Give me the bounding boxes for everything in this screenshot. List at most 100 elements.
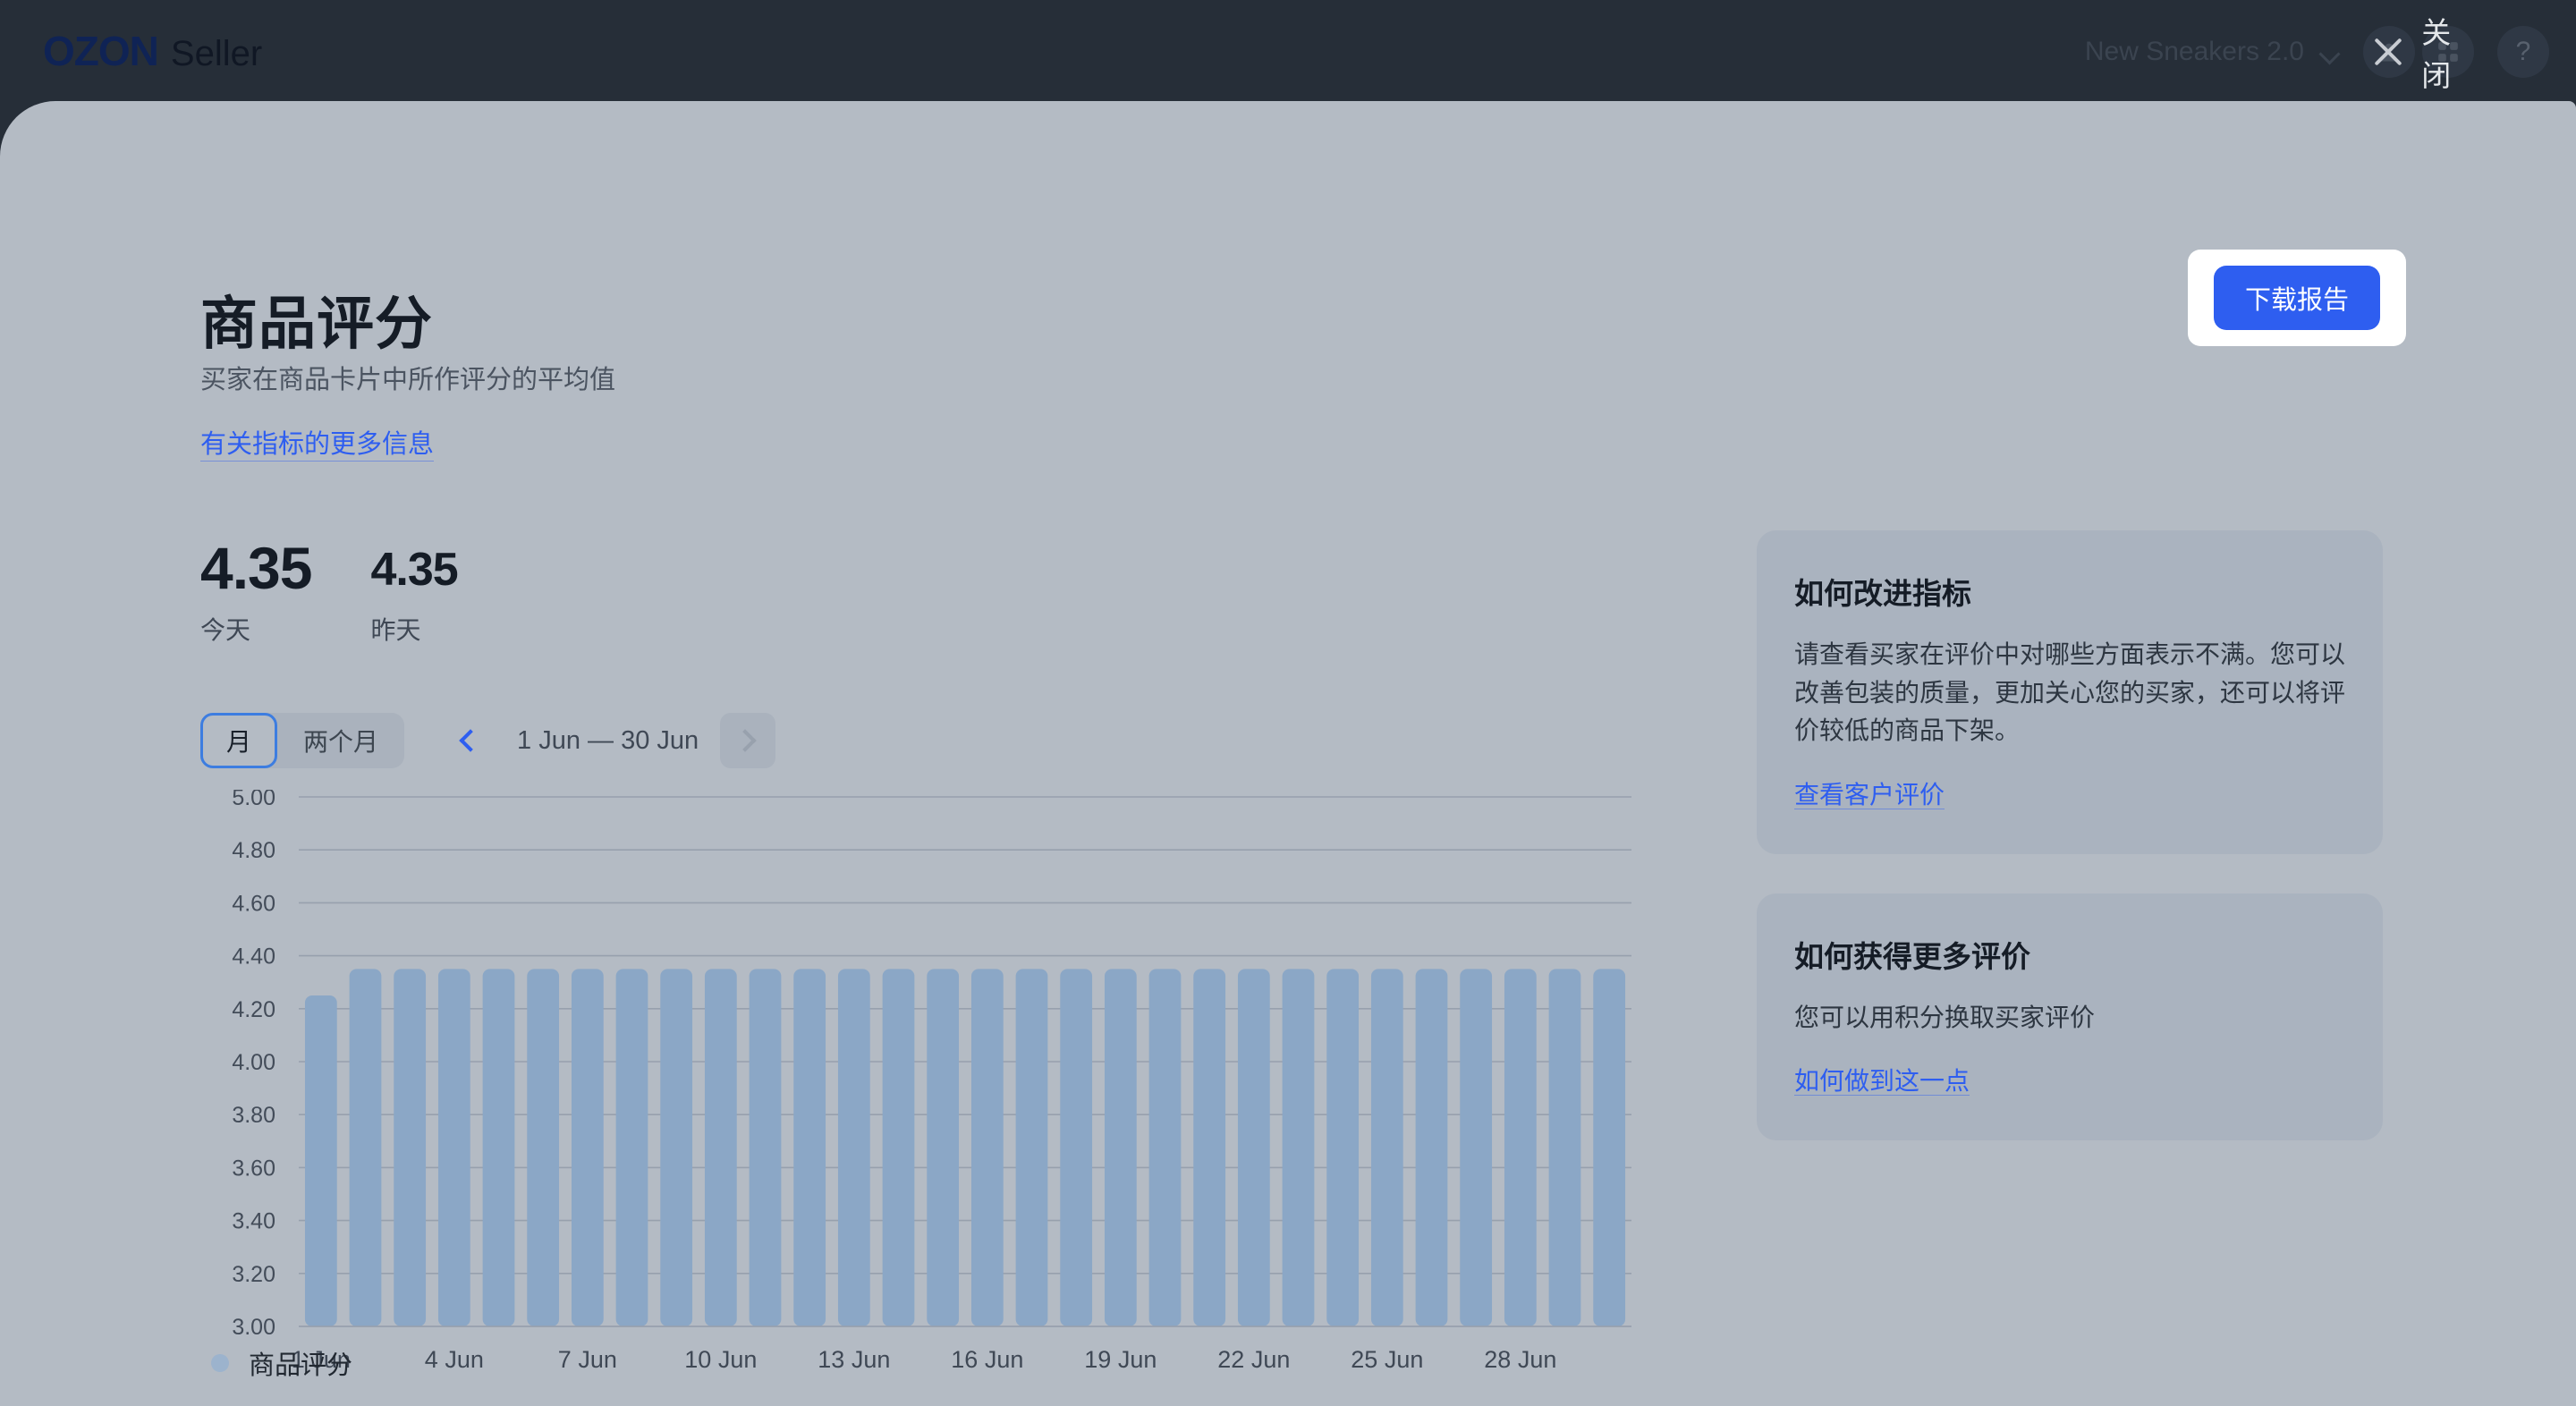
- info-card-more-reviews-body: 您可以用积分换取买家评价: [1794, 1003, 2096, 1031]
- how-to-do-this-link[interactable]: 如何做到这一点: [1794, 1067, 1970, 1097]
- page-title: 商品评分: [200, 292, 433, 356]
- chart-bar[interactable]: [793, 969, 826, 1326]
- metric-today-value: 4.35: [200, 535, 312, 601]
- legend-label: 商品评分: [249, 1351, 353, 1380]
- logo-ozon-text: OZON: [43, 28, 159, 74]
- info-card-improve-title: 如何改进指标: [1794, 577, 1971, 610]
- download-report-highlight: 下载报告: [2188, 250, 2406, 346]
- metric-yesterday-label: 昨天: [370, 616, 421, 644]
- chart-bar[interactable]: [1193, 969, 1226, 1326]
- y-axis-tick-label: 3.80: [232, 1103, 275, 1128]
- date-range-label: 1 Jun — 30 Jun: [517, 725, 699, 755]
- period-controls: 月 两个月 1 Jun — 30 Jun: [200, 713, 776, 768]
- chart-bar[interactable]: [1282, 969, 1315, 1326]
- chart-bar[interactable]: [749, 969, 782, 1326]
- y-axis-tick-label: 4.00: [232, 1050, 275, 1075]
- period-tab-month[interactable]: 月: [200, 713, 278, 768]
- chart-bar[interactable]: [660, 969, 693, 1326]
- chart-bar[interactable]: [1504, 969, 1537, 1326]
- x-axis-tick-label: 28 Jun: [1484, 1346, 1556, 1373]
- info-card-improve: 如何改进指标 请查看买家在评价中对哪些方面表示不满。您可以改善包装的质量，更加关…: [1757, 530, 2383, 854]
- chart-bar[interactable]: [482, 969, 515, 1326]
- x-axis-tick-label: 16 Jun: [951, 1346, 1023, 1373]
- x-axis-tick-label: 19 Jun: [1084, 1346, 1157, 1373]
- chevron-down-icon: [2320, 47, 2340, 57]
- chart-bar[interactable]: [1326, 969, 1360, 1326]
- info-cards: 如何改进指标 请查看买家在评价中对哪些方面表示不满。您可以改善包装的质量，更加关…: [1757, 530, 2383, 1180]
- metric-yesterday-value: 4.35: [370, 544, 458, 596]
- y-axis-tick-label: 4.80: [232, 838, 275, 863]
- top-header: OZON Seller New Sneakers 2.0 关闭 ?: [0, 0, 2576, 103]
- chart-legend: 商品评分: [211, 1344, 352, 1382]
- info-card-improve-body: 请查看买家在评价中对哪些方面表示不满。您可以改善包装的质量，更加关心您的买家，还…: [1794, 640, 2346, 745]
- x-axis-tick-label: 22 Jun: [1217, 1346, 1290, 1373]
- x-axis-tick-label: 7 Jun: [558, 1346, 617, 1373]
- chart-bar[interactable]: [1237, 969, 1270, 1326]
- chart-bar[interactable]: [1548, 969, 1581, 1326]
- chart-bar[interactable]: [1060, 969, 1093, 1326]
- ozon-seller-logo[interactable]: OZON Seller: [43, 27, 262, 75]
- close-label: 关闭: [2421, 15, 2452, 92]
- logo-seller-text: Seller: [170, 34, 263, 73]
- y-axis-tick-label: 3.20: [232, 1262, 275, 1287]
- y-axis-tick-label: 4.20: [232, 997, 275, 1022]
- chart-bar[interactable]: [970, 969, 1004, 1326]
- chevron-right-icon: [733, 729, 757, 752]
- y-axis-tick-label: 5.00: [232, 790, 275, 810]
- chart-bar[interactable]: [837, 969, 870, 1326]
- chart-bar[interactable]: [571, 969, 604, 1326]
- chart-bar[interactable]: [1104, 969, 1137, 1326]
- chart-bar[interactable]: [394, 969, 427, 1326]
- legend-color-swatch: [211, 1354, 229, 1372]
- x-axis-tick-label: 10 Jun: [684, 1346, 757, 1373]
- close-button[interactable]: 关闭: [2370, 9, 2474, 95]
- y-axis-tick-label: 3.60: [232, 1156, 275, 1181]
- rating-bar-chart: 3.00 3.20 3.40 3.60 3.80 4.00 4.20 4.40 4.60 4.80…: [200, 790, 1649, 1406]
- chart-bar[interactable]: [882, 969, 915, 1326]
- shop-selector[interactable]: New Sneakers 2.0: [2085, 37, 2340, 67]
- chart-bar[interactable]: [704, 969, 737, 1326]
- avatar-group: 关闭: [2363, 16, 2474, 92]
- x-axis-tick-label: 25 Jun: [1351, 1346, 1423, 1373]
- download-report-button[interactable]: 下载报告: [2214, 266, 2380, 330]
- chart-bar[interactable]: [437, 969, 470, 1326]
- metric-yesterday: 4.35 昨天: [370, 543, 458, 647]
- chart-bar[interactable]: [1415, 969, 1448, 1326]
- view-customer-reviews-link[interactable]: 查看客户评价: [1794, 780, 1945, 809]
- content-panel: 下载报告 商品评分 买家在商品卡片中所作评分的平均值 有关指标的更多信息 4.3…: [0, 101, 2576, 1406]
- chart-bar[interactable]: [1370, 969, 1403, 1326]
- chevron-left-icon: [459, 729, 482, 752]
- y-axis-tick-label: 3.40: [232, 1209, 275, 1234]
- header-actions: New Sneakers 2.0 关闭 ?: [2085, 0, 2549, 103]
- chart-bar[interactable]: [1593, 969, 1626, 1326]
- period-tab-two-months[interactable]: 两个月: [277, 713, 404, 768]
- next-period-button[interactable]: [720, 713, 776, 768]
- metrics-group: 4.35 今天 4.35 昨天: [200, 534, 459, 647]
- range-navigation: 1 Jun — 30 Jun: [440, 713, 776, 768]
- metric-today: 4.35 今天: [200, 534, 312, 647]
- close-icon: [2370, 32, 2405, 72]
- chart-bar[interactable]: [1148, 969, 1182, 1326]
- page-subtitle: 买家在商品卡片中所作评分的平均值: [200, 366, 616, 394]
- help-button[interactable]: ?: [2497, 25, 2549, 78]
- x-axis-tick-label: 13 Jun: [818, 1346, 890, 1373]
- chart-bar[interactable]: [527, 969, 560, 1326]
- chart-bar[interactable]: [615, 969, 648, 1326]
- chart-bar[interactable]: [1460, 969, 1493, 1326]
- x-axis-tick-label: 4 Jun: [425, 1346, 484, 1373]
- chart-bar[interactable]: [304, 995, 337, 1326]
- chart-bar[interactable]: [349, 969, 382, 1326]
- period-segmented-control: 月 两个月: [200, 713, 405, 768]
- chart-bar[interactable]: [927, 969, 960, 1326]
- shop-name-label: New Sneakers 2.0: [2084, 36, 2304, 66]
- info-card-more-reviews-title: 如何获得更多评价: [1794, 939, 2030, 973]
- more-info-link[interactable]: 有关指标的更多信息: [200, 423, 435, 462]
- metric-today-label: 今天: [200, 616, 251, 644]
- help-icon: ?: [2515, 36, 2531, 66]
- chart-canvas: 3.00 3.20 3.40 3.60 3.80 4.00 4.20 4.40 4.60 4.80…: [232, 790, 1631, 1373]
- chart-bar[interactable]: [1015, 969, 1048, 1326]
- y-axis-tick-label: 3.00: [232, 1315, 275, 1340]
- prev-period-button[interactable]: [440, 713, 496, 768]
- y-axis-tick-label: 4.40: [232, 944, 275, 970]
- y-axis-tick-label: 4.60: [232, 891, 275, 916]
